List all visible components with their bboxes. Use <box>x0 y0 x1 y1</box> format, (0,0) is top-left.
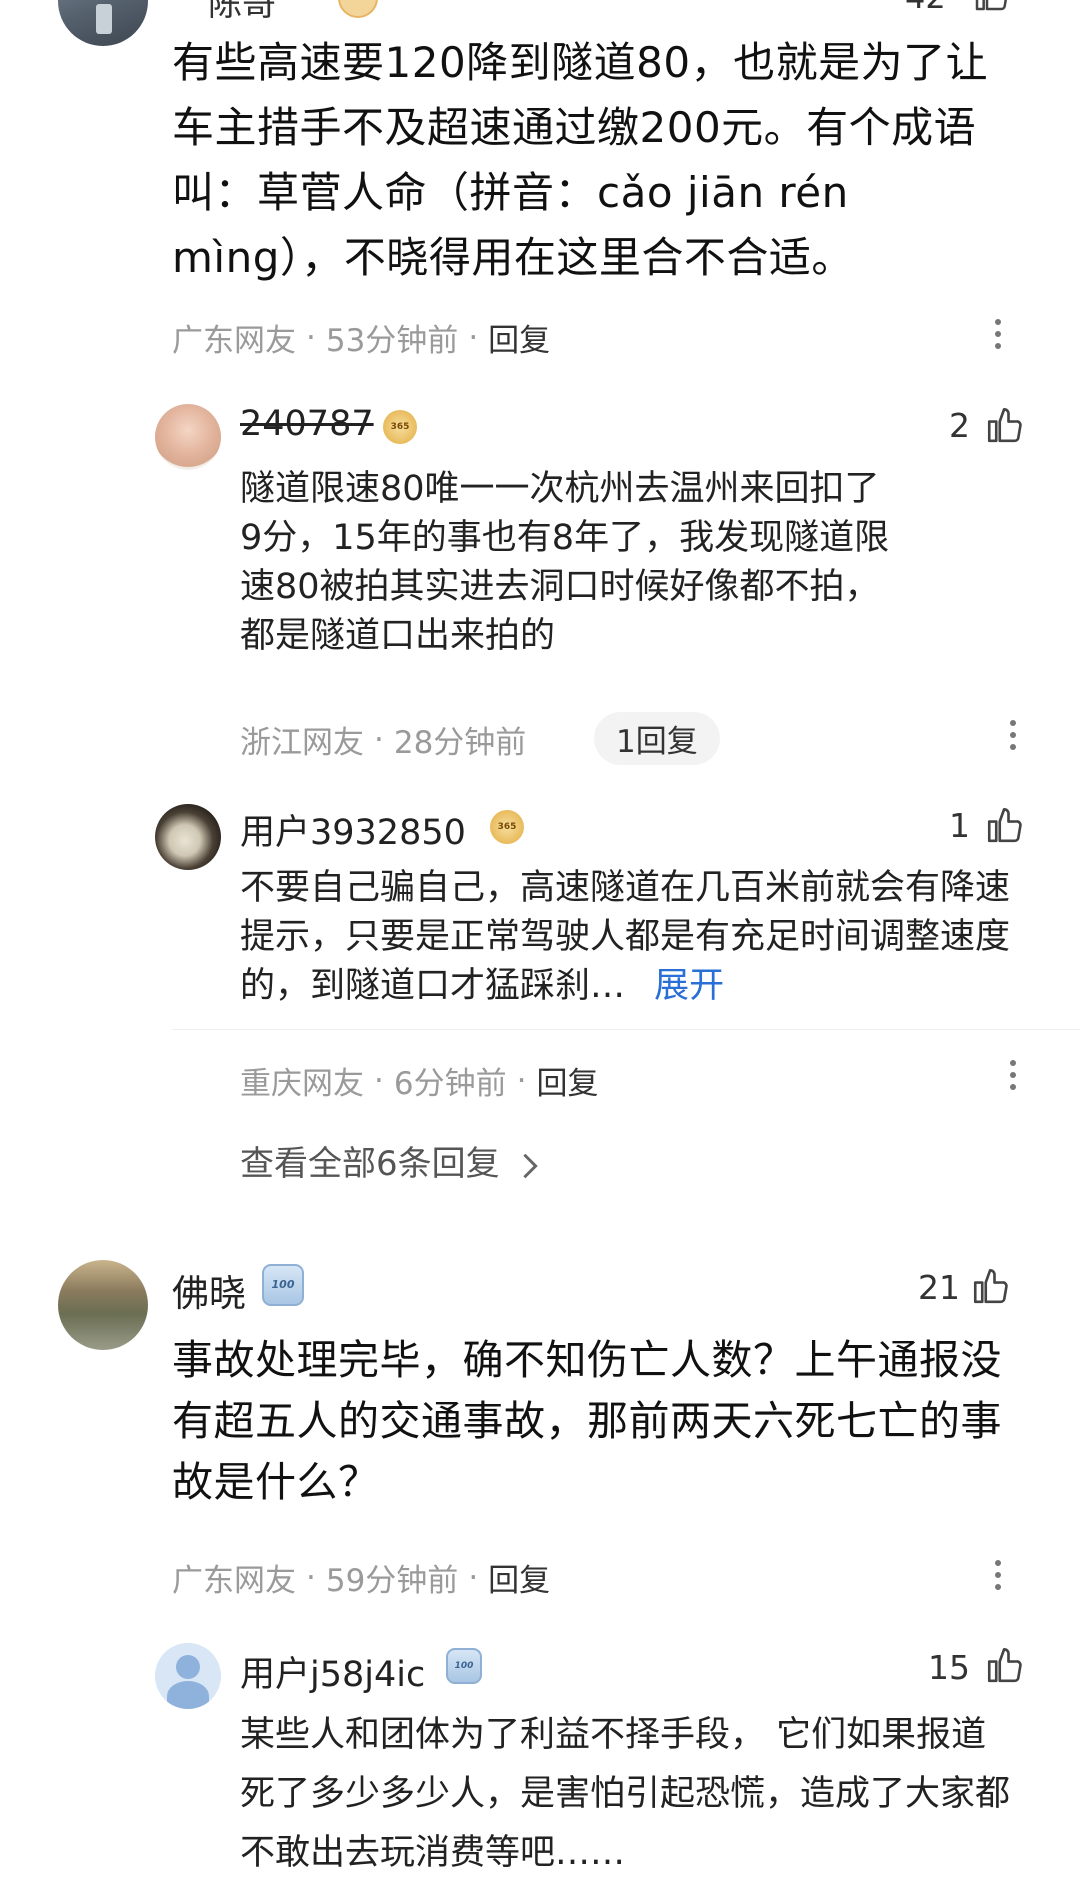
view-all-replies-link[interactable]: 查看全部6条回复 <box>240 1136 540 1185</box>
level-badge-icon: 100 <box>262 1264 304 1306</box>
separator: · <box>468 1559 479 1596</box>
username[interactable]: 240787 <box>240 404 374 444</box>
reply-text: 某些人和团体为了利益不择手段， 它们如果报道死了多少多少人，是害怕引起恐慌，造成… <box>240 1715 1011 1873</box>
thumbs-up-icon[interactable] <box>972 0 1012 18</box>
comment-meta: 广东网友 · 59分钟前 · 回复 <box>172 1555 550 1600</box>
view-all-label: 查看全部6条回复 <box>240 1144 500 1184</box>
comment-meta: 广东网友 · 53分钟前 · 回复 <box>172 315 550 360</box>
chevron-right-icon <box>523 1153 539 1178</box>
reply-button[interactable]: 回复 <box>488 315 550 360</box>
separator: · <box>516 1062 527 1099</box>
location: 浙江网友 <box>240 725 364 761</box>
more-vertical-icon[interactable] <box>1008 720 1018 758</box>
separator: · <box>374 1062 384 1099</box>
timestamp: 53分钟前 <box>325 323 459 359</box>
location: 广东网友 <box>172 1563 296 1599</box>
more-vertical-icon[interactable] <box>1008 1060 1018 1098</box>
location: 广东网友 <box>172 323 296 359</box>
reply-text: 不要自己骗自己，高速隧道在几百米前就会有降速提示，只要是正常驾驶人都是有充足时间… <box>240 864 1020 1011</box>
reply-count-button[interactable]: 1回复 <box>594 712 720 765</box>
like-count: 1 <box>949 806 970 845</box>
like-count: 42 <box>905 0 946 16</box>
thumbs-up-icon[interactable] <box>984 1644 1026 1690</box>
reply-text: 隧道限速80唯一一次杭州去温州来回扣了9分，15年的事也有8年了，我发现隧道限速… <box>240 469 890 656</box>
comment-text: 有些高速要120降到隧道80，也就是为了让车主措手不及超速通过缴200元。有个成… <box>172 38 989 282</box>
avatar[interactable] <box>58 0 148 46</box>
username[interactable]: 用户3932850 <box>240 804 466 855</box>
reply-button[interactable]: 回复 <box>536 1058 598 1103</box>
user-badge-icon <box>338 0 378 18</box>
timestamp: 59分钟前 <box>325 1563 459 1599</box>
reply-button[interactable]: 回复 <box>488 1555 550 1600</box>
like-count: 21 <box>918 1268 960 1307</box>
username[interactable]: 佛晓 <box>172 1263 246 1317</box>
timestamp: 28分钟前 <box>393 725 527 761</box>
separator: · <box>468 319 479 356</box>
divider <box>172 1029 1080 1030</box>
comment-text: 事故处理完毕，确不知伤亡人数？上午通报没有超五人的交通事故，那前两天六死七亡的事… <box>172 1336 1002 1506</box>
avatar[interactable] <box>155 804 221 870</box>
thumbs-up-icon[interactable] <box>970 1265 1012 1311</box>
reply-meta: 浙江网友 · 28分钟前 <box>240 717 526 762</box>
separator: · <box>306 1559 316 1596</box>
like-count: 2 <box>949 406 970 445</box>
avatar[interactable] <box>155 404 221 470</box>
thumbs-up-icon[interactable] <box>984 404 1026 450</box>
avatar[interactable] <box>155 1643 221 1709</box>
expand-link[interactable]: 展开 <box>654 966 724 1006</box>
level-badge-icon: 100 <box>446 1648 482 1684</box>
like-count: 15 <box>928 1648 970 1687</box>
separator: · <box>374 721 384 758</box>
more-vertical-icon[interactable] <box>993 319 1003 357</box>
avatar[interactable] <box>58 1260 148 1350</box>
separator: · <box>306 319 316 356</box>
more-vertical-icon[interactable] <box>993 1560 1003 1598</box>
location: 重庆网友 <box>240 1066 364 1102</box>
username[interactable]: 用户j58j4ic <box>240 1646 425 1697</box>
reply-meta: 重庆网友 · 6分钟前 · 回复 <box>240 1058 598 1103</box>
level-badge-icon: 365 <box>490 810 524 844</box>
reply-text-content: 不要自己骗自己，高速隧道在几百米前就会有降速提示，只要是正常驾驶人都是有充足时间… <box>240 868 1011 1006</box>
timestamp: 6分钟前 <box>393 1066 507 1102</box>
thumbs-up-icon[interactable] <box>984 804 1026 850</box>
username[interactable]: 陈哥 <box>208 0 276 25</box>
level-badge-icon: 365 <box>383 410 417 444</box>
